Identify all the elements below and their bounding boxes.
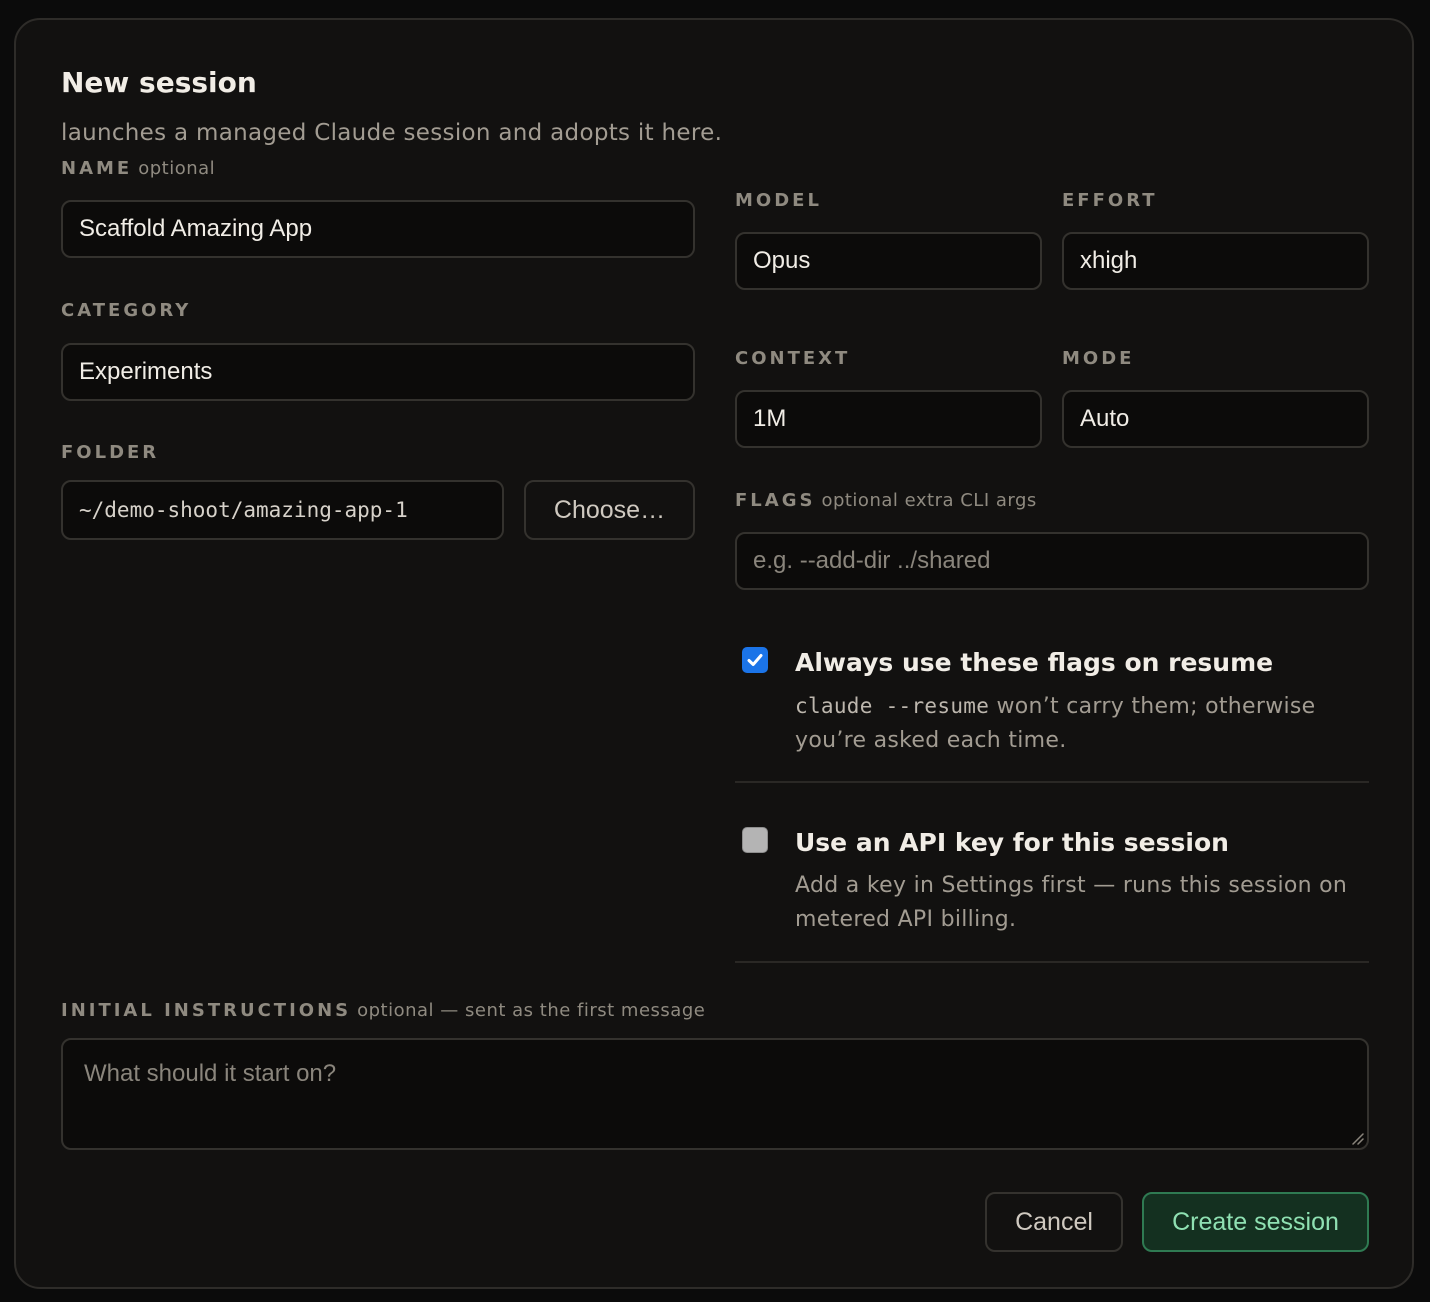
folder-path-value: ~/demo-shoot/amazing-app-1 [79, 498, 408, 522]
category-select[interactable]: Experiments [61, 343, 695, 401]
dialog-title: New session [61, 66, 257, 99]
model-label: MODEL [735, 190, 822, 211]
flags-input[interactable] [753, 547, 1351, 575]
flags-field[interactable] [735, 532, 1369, 590]
cancel-button[interactable]: Cancel [985, 1192, 1123, 1252]
always-flags-title: Always use these flags on resume [795, 648, 1274, 677]
context-select[interactable]: 1M [735, 390, 1042, 448]
model-value: Opus [753, 247, 811, 274]
effort-label: EFFORT [1062, 190, 1158, 211]
always-flags-checkbox[interactable] [742, 647, 768, 673]
instructions-textarea[interactable]: What should it start on? [61, 1038, 1369, 1150]
flags-label: FLAGS optional extra CLI args [735, 490, 1037, 511]
instructions-label: INITIAL INSTRUCTIONS optional — sent as t… [61, 1000, 705, 1021]
resize-handle-icon[interactable] [1350, 1131, 1364, 1145]
context-value: 1M [753, 405, 787, 432]
context-label: CONTEXT [735, 348, 851, 369]
api-key-title: Use an API key for this session [795, 828, 1229, 857]
choose-folder-button[interactable]: Choose… [524, 480, 695, 540]
create-session-button[interactable]: Create session [1142, 1192, 1369, 1252]
name-label-text: NAME [61, 158, 133, 179]
effort-select[interactable]: xhigh [1062, 232, 1369, 290]
folder-label: FOLDER [61, 442, 160, 463]
resume-command: claude --resume [795, 694, 990, 718]
instructions-hint: optional — sent as the first message [357, 1000, 706, 1021]
flags-hint: optional extra CLI args [821, 490, 1037, 511]
checkmark-icon [747, 654, 763, 666]
name-hint: optional [138, 158, 216, 179]
name-value: Scaffold Amazing App [79, 215, 313, 242]
instructions-placeholder: What should it start on? [84, 1060, 337, 1087]
folder-path-field[interactable]: ~/demo-shoot/amazing-app-1 [61, 480, 504, 540]
name-field[interactable]: Scaffold Amazing App [61, 200, 695, 258]
category-value: Experiments [79, 358, 213, 385]
instructions-label-text: INITIAL INSTRUCTIONS [61, 1000, 352, 1021]
api-key-description: Add a key in Settings first — runs this … [795, 873, 1348, 932]
flags-label-text: FLAGS [735, 490, 816, 511]
category-label: CATEGORY [61, 300, 192, 321]
mode-value: Auto [1080, 405, 1130, 432]
options-divider [735, 781, 1369, 783]
dialog-subtitle: launches a managed Claude session and ad… [61, 120, 723, 146]
api-key-checkbox[interactable] [742, 827, 768, 853]
mode-select[interactable]: Auto [1062, 390, 1369, 448]
name-label: NAME optional [61, 158, 215, 179]
model-select[interactable]: Opus [735, 232, 1042, 290]
options-divider [735, 961, 1369, 963]
mode-label: MODE [1062, 348, 1135, 369]
always-flags-description: claude --resume won’t carry them; otherw… [795, 689, 1355, 758]
effort-value: xhigh [1080, 247, 1138, 274]
new-session-dialog: New session launches a managed Claude se… [14, 18, 1414, 1289]
